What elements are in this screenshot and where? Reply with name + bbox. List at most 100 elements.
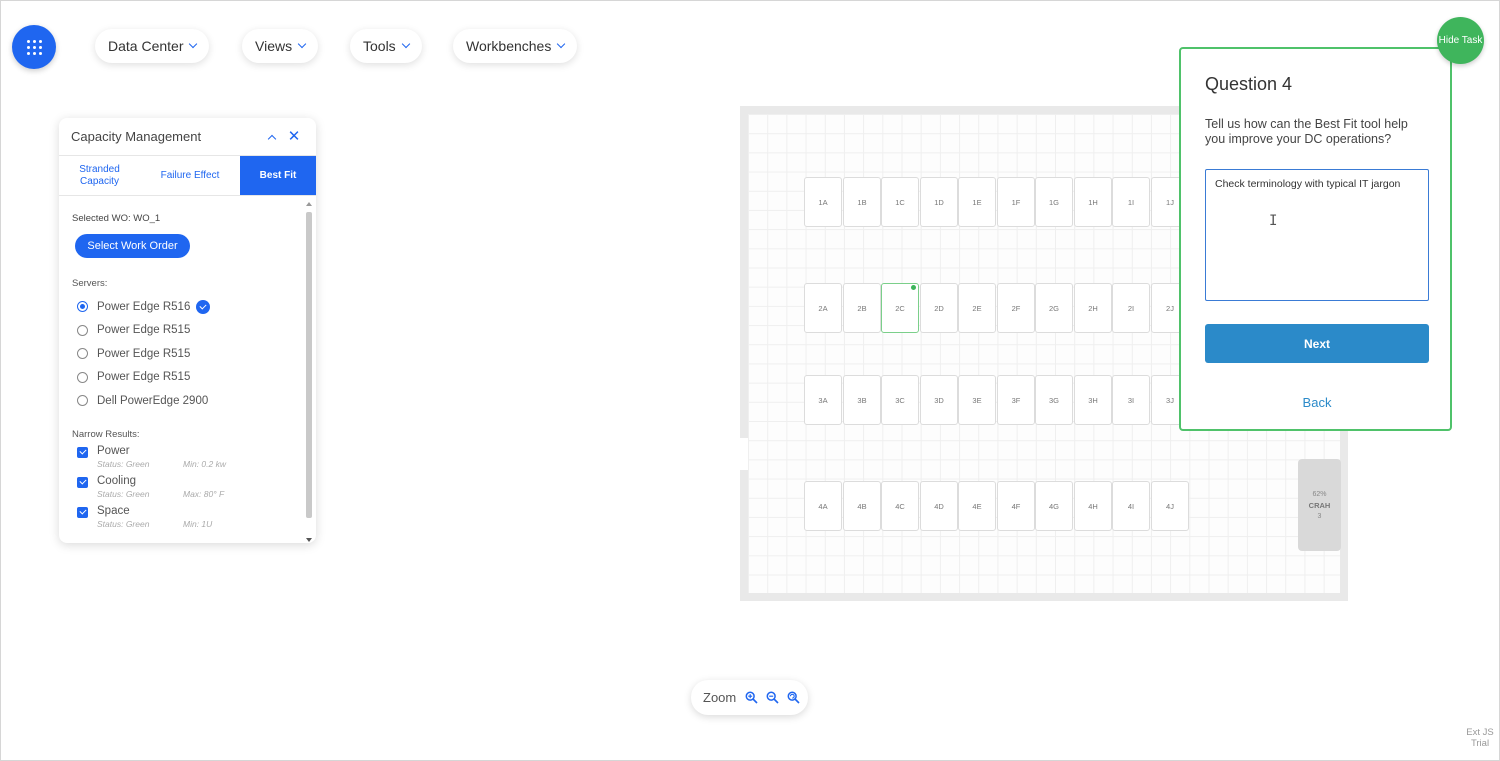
zoom-out-icon[interactable] — [763, 689, 781, 707]
rack-1c[interactable]: 1C — [881, 177, 919, 227]
rack-4f[interactable]: 4F — [997, 481, 1035, 531]
answer-textarea[interactable]: Check terminology with typical IT jargon — [1205, 169, 1429, 301]
narrow-name: Power — [97, 444, 130, 457]
menu-label: Data Center — [108, 38, 184, 54]
server-option[interactable]: Power Edge R515 — [72, 366, 316, 390]
status-dot-icon — [911, 285, 916, 290]
rack-1a[interactable]: 1A — [804, 177, 842, 227]
rack-4a[interactable]: 4A — [804, 481, 842, 531]
text-cursor-icon: I — [1269, 213, 1278, 229]
rack-3b[interactable]: 3B — [843, 375, 881, 425]
close-button[interactable]: ✕ — [284, 127, 304, 147]
scrollbar-thumb[interactable] — [306, 212, 312, 518]
narrow-limit: Min: 0.2 kw — [183, 458, 226, 469]
radio-icon — [77, 371, 88, 383]
rack-label: 2C — [895, 303, 905, 313]
zoom-in-icon[interactable] — [742, 689, 760, 707]
scroll-up-icon[interactable] — [306, 202, 312, 206]
menu-tools[interactable]: Tools — [350, 29, 422, 63]
rack-4c[interactable]: 4C — [881, 481, 919, 531]
panel-header: Capacity Management ✕ — [59, 118, 316, 156]
radio-icon — [77, 324, 88, 336]
menu-label: Tools — [363, 38, 396, 54]
server-option[interactable]: Dell PowerEdge 2900 — [72, 389, 316, 413]
rack-1f[interactable]: 1F — [997, 177, 1035, 227]
rack-2e[interactable]: 2E — [958, 283, 996, 333]
capacity-management-panel: Capacity Management ✕ Stranded Capacity … — [59, 118, 316, 543]
checkbox-power[interactable] — [77, 446, 88, 458]
narrow-option: Space Status: Green Min: 1U — [72, 504, 316, 530]
rack-1i[interactable]: 1I — [1112, 177, 1150, 227]
scroll-down-icon[interactable] — [306, 538, 312, 542]
collapse-button[interactable] — [262, 127, 282, 147]
capacity-tabs: Stranded Capacity Failure Effect Best Fi… — [59, 156, 316, 196]
rack-1e[interactable]: 1E — [958, 177, 996, 227]
server-option[interactable]: Power Edge R515 — [72, 342, 316, 366]
menu-label: Views — [255, 38, 293, 54]
question-panel: Question 4 Tell us how can the Best Fit … — [1179, 47, 1452, 431]
rack-2f[interactable]: 2F — [997, 283, 1035, 333]
narrow-limit: Max: 80° F — [183, 488, 225, 499]
menu-label: Workbenches — [466, 38, 552, 54]
rack-2h[interactable]: 2H — [1074, 283, 1112, 333]
trial-watermark: Ext JS Trial — [1466, 727, 1494, 749]
radio-selected-icon — [77, 301, 88, 313]
rack-2i[interactable]: 2I — [1112, 283, 1150, 333]
rack-3h[interactable]: 3H — [1074, 375, 1112, 425]
rack-4e[interactable]: 4E — [958, 481, 996, 531]
narrow-details: Status: Green Max: 80° F — [97, 488, 224, 500]
back-link[interactable]: Back — [1205, 395, 1429, 410]
rack-4g[interactable]: 4G — [1035, 481, 1073, 531]
rack-4j[interactable]: 4J — [1151, 481, 1189, 531]
rack-3i[interactable]: 3I — [1112, 375, 1150, 425]
next-button[interactable]: Next — [1205, 324, 1429, 363]
select-work-order-button[interactable]: Select Work Order — [75, 234, 190, 258]
tab-stranded-capacity[interactable]: Stranded Capacity — [59, 156, 140, 195]
tab-failure-effect[interactable]: Failure Effect — [140, 156, 240, 195]
rack-3e[interactable]: 3E — [958, 375, 996, 425]
server-name: Power Edge R515 — [97, 371, 191, 384]
rack-4h[interactable]: 4H — [1074, 481, 1112, 531]
app-menu-button[interactable] — [12, 25, 56, 69]
radio-icon — [77, 395, 88, 407]
chevron-down-icon — [557, 39, 566, 49]
chevron-down-icon — [401, 39, 410, 49]
rack-4d[interactable]: 4D — [920, 481, 958, 531]
hide-task-button[interactable]: Hide Task — [1437, 17, 1484, 64]
narrow-option: Cooling Status: Green Max: 80° F — [72, 474, 316, 500]
server-option[interactable]: Power Edge R515 — [72, 319, 316, 343]
checkbox-space[interactable] — [77, 506, 88, 518]
checkbox-cooling[interactable] — [77, 476, 88, 488]
panel-scrollbar[interactable] — [305, 202, 313, 542]
rack-2d[interactable]: 2D — [920, 283, 958, 333]
rack-1d[interactable]: 1D — [920, 177, 958, 227]
rack-2b[interactable]: 2B — [843, 283, 881, 333]
rack-3c[interactable]: 3C — [881, 375, 919, 425]
rack-2g[interactable]: 2G — [1035, 283, 1073, 333]
rack-3d[interactable]: 3D — [920, 375, 958, 425]
rack-3g[interactable]: 3G — [1035, 375, 1073, 425]
tab-best-fit[interactable]: Best Fit — [240, 156, 316, 195]
narrow-option: Power Status: Green Min: 0.2 kw — [72, 444, 316, 470]
best-fit-body: Selected WO: WO_1 Select Work Order Serv… — [59, 197, 316, 543]
narrow-limit: Min: 1U — [183, 518, 213, 529]
rack-1b[interactable]: 1B — [843, 177, 881, 227]
rack-2c[interactable]: 2C — [881, 283, 919, 333]
zoom-reset-icon[interactable] — [784, 689, 802, 707]
rack-4i[interactable]: 4I — [1112, 481, 1150, 531]
server-option[interactable]: Power Edge R516 — [72, 295, 316, 319]
rack-1g[interactable]: 1G — [1035, 177, 1073, 227]
menu-data-center[interactable]: Data Center — [95, 29, 210, 63]
rack-3a[interactable]: 3A — [804, 375, 842, 425]
close-icon: ✕ — [287, 128, 301, 145]
menu-workbenches[interactable]: Workbenches — [453, 29, 578, 63]
rack-1h[interactable]: 1H — [1074, 177, 1112, 227]
floor-doorway — [740, 438, 748, 470]
narrow-details: Status: Green Min: 0.2 kw — [97, 458, 226, 470]
menu-views[interactable]: Views — [242, 29, 319, 63]
rack-4b[interactable]: 4B — [843, 481, 881, 531]
rack-2a[interactable]: 2A — [804, 283, 842, 333]
crah-unit[interactable]: 62% CRAH 3 — [1298, 459, 1341, 551]
rack-3f[interactable]: 3F — [997, 375, 1035, 425]
servers-label: Servers: — [72, 278, 108, 289]
